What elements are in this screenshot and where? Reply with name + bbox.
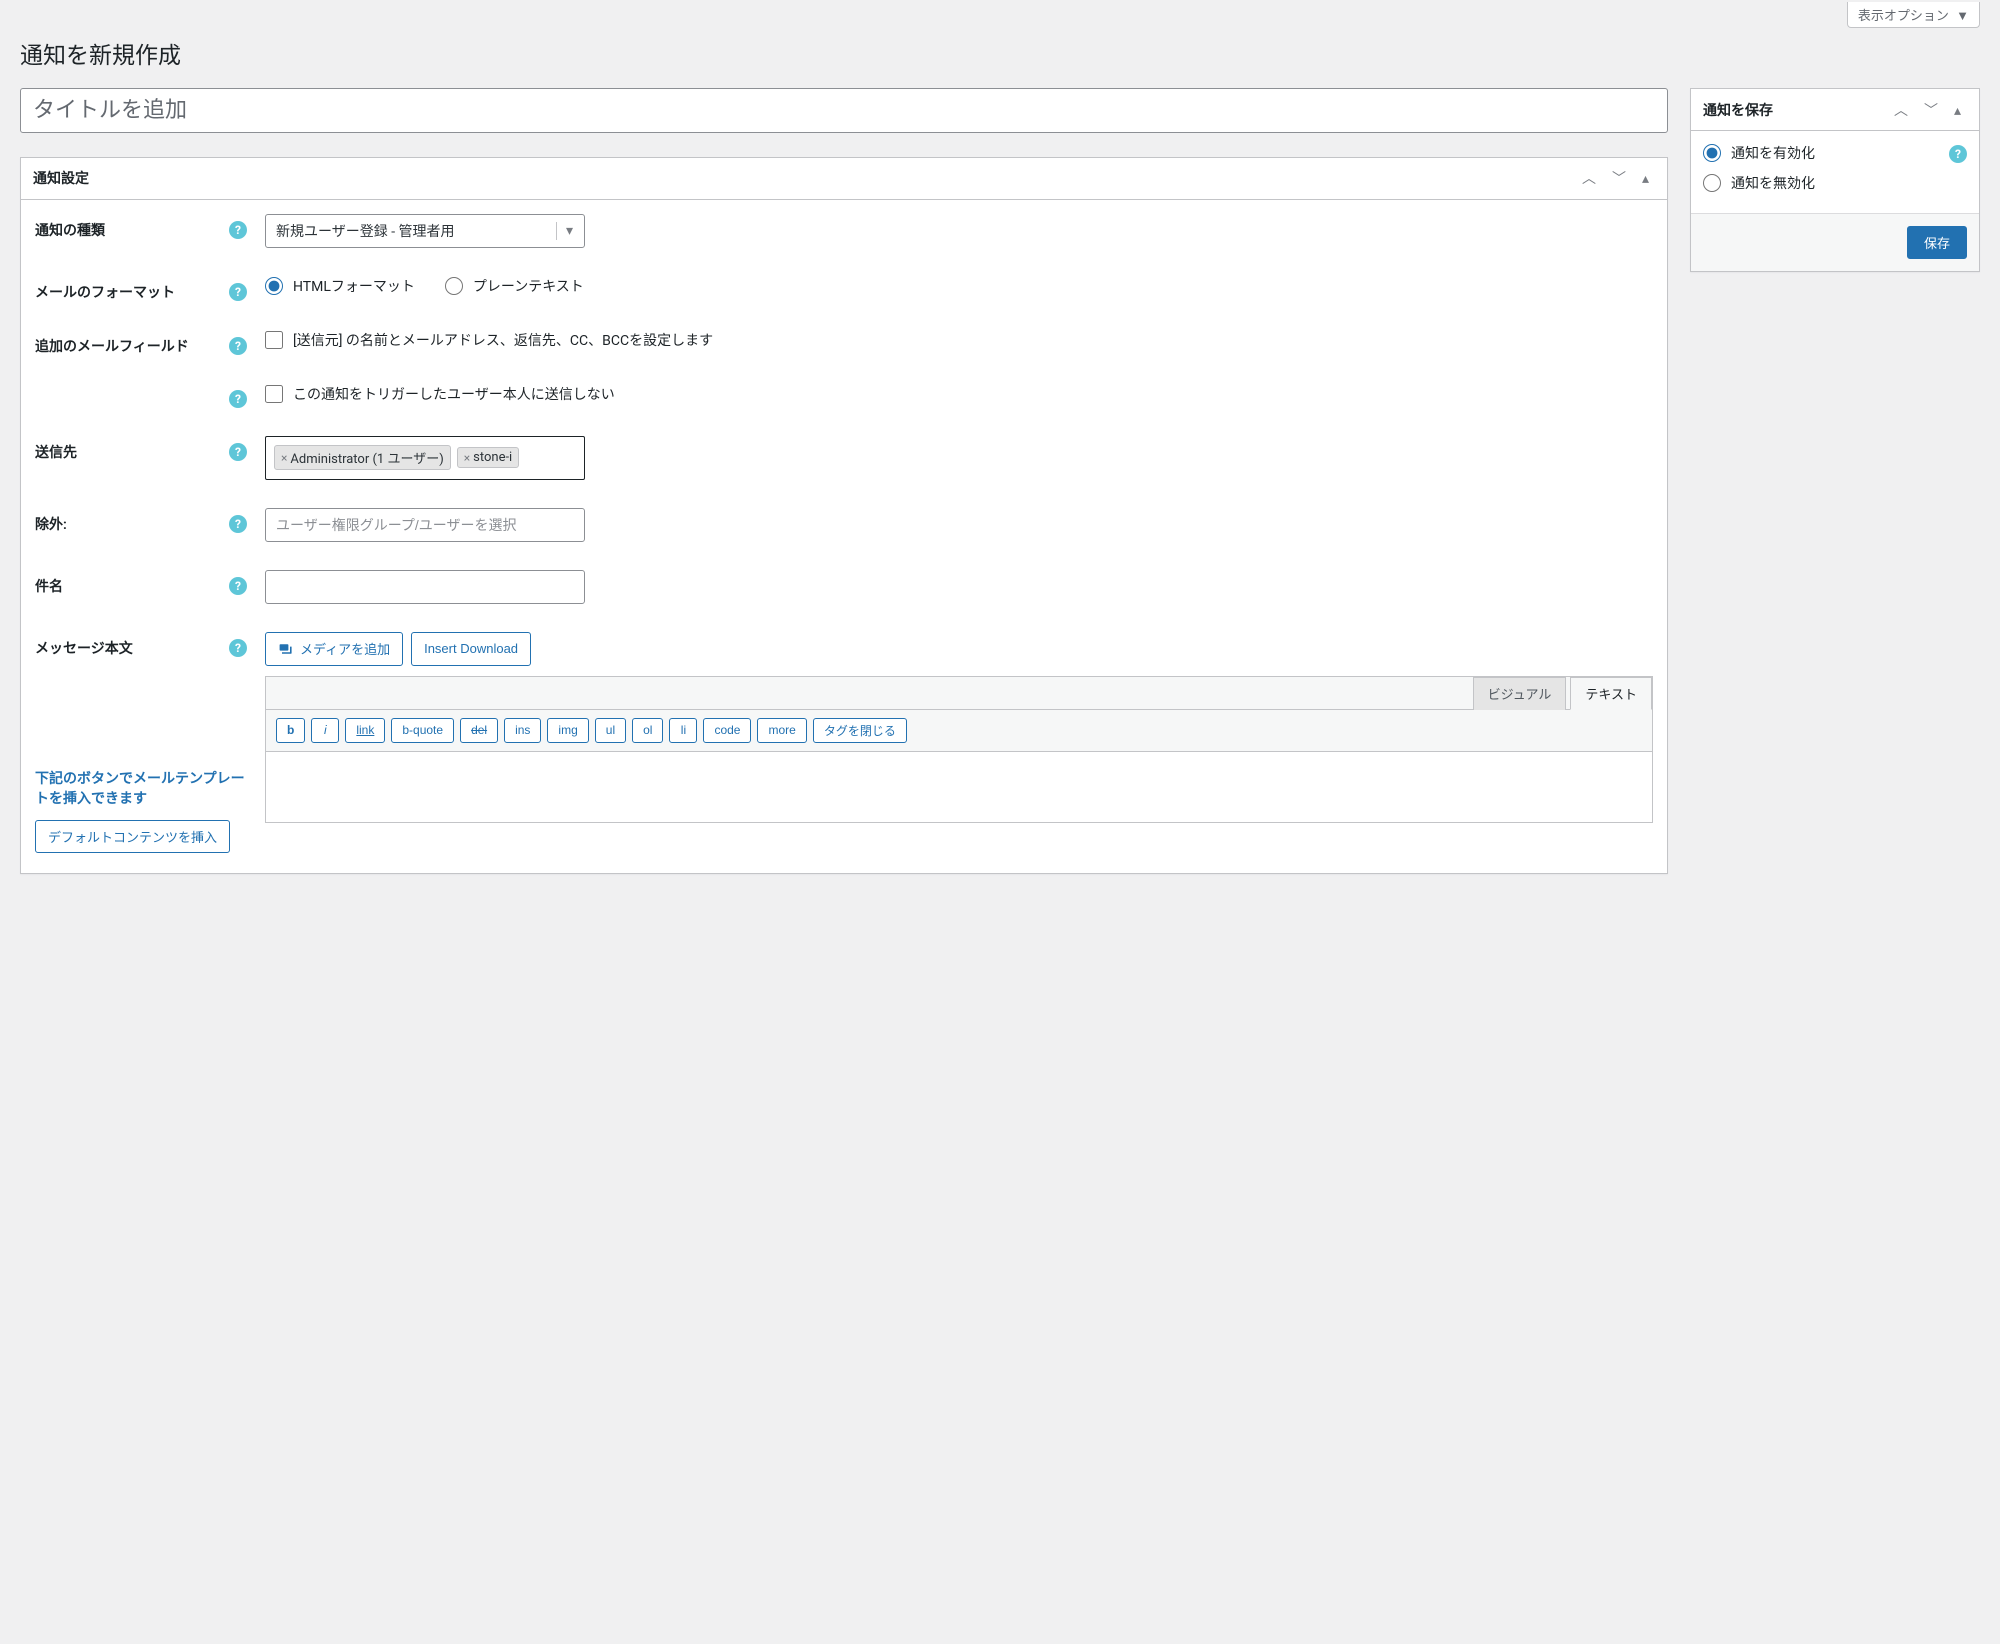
tag-text: stone-i (473, 450, 512, 465)
disable-radio[interactable] (1703, 174, 1721, 192)
enable-radio[interactable] (1703, 144, 1721, 162)
qt-img[interactable]: img (547, 718, 588, 743)
help-icon[interactable]: ? (229, 515, 247, 533)
remove-tag-icon[interactable]: × (281, 451, 287, 465)
exclude-input[interactable] (265, 508, 585, 542)
qt-ol[interactable]: ol (632, 718, 663, 743)
enable-label: 通知を有効化 (1731, 143, 1815, 163)
recipients-label: 送信先 (35, 442, 229, 462)
type-label: 通知の種類 (35, 220, 229, 240)
remove-tag-icon[interactable]: × (464, 451, 470, 465)
qt-ul[interactable]: ul (595, 718, 626, 743)
caret-down-icon: ▼ (1956, 9, 1969, 24)
move-down-button[interactable]: ﹀ (1918, 99, 1944, 121)
add-media-button[interactable]: メディアを追加 (265, 632, 403, 666)
help-icon[interactable]: ? (229, 577, 247, 595)
insert-default-content-button[interactable]: デフォルトコンテンツを挿入 (35, 820, 230, 853)
notification-settings-box: 通知設定 ︿ ﹀ ▴ 通知の種類 ? 新規ユーザー登録 - 管理者用 (20, 157, 1668, 874)
qt-b[interactable]: b (276, 718, 305, 743)
toggle-panel-button[interactable]: ▴ (1948, 99, 1967, 121)
qt-del[interactable]: del (460, 718, 498, 743)
screen-options-label: 表示オプション (1858, 9, 1949, 24)
screen-options-toggle[interactable]: 表示オプション ▼ (1847, 2, 1980, 28)
tag-text: Administrator (1 ユーザー) (290, 448, 443, 467)
enable-notification-option[interactable]: 通知を有効化 (1703, 143, 1967, 163)
move-up-button[interactable]: ︿ (1576, 167, 1602, 189)
qt-i[interactable]: i (311, 718, 339, 743)
template-hint: 下記のボタンでメールテンプレートを挿入できます (35, 768, 247, 808)
subject-label: 件名 (35, 576, 229, 596)
postbox-title: 通知を保存 (1703, 100, 1773, 120)
message-label: メッセージ本文 (35, 638, 229, 658)
format-plain-radio[interactable] (445, 277, 463, 295)
format-label: メールのフォーマット (35, 282, 229, 302)
page-title: 通知を新規作成 (20, 36, 1980, 70)
format-plain-label: プレーンテキスト (473, 276, 584, 296)
exclude-self-option[interactable]: この通知をトリガーしたユーザー本人に送信しない (265, 384, 1653, 404)
qt-more[interactable]: more (757, 718, 806, 743)
postbox-title: 通知設定 (33, 168, 89, 188)
help-icon[interactable]: ? (229, 283, 247, 301)
media-icon (278, 641, 294, 657)
exclude-label: 除外: (35, 514, 229, 534)
select-value: 新規ユーザー登録 - 管理者用 (276, 221, 455, 241)
toggle-panel-button[interactable]: ▴ (1636, 167, 1655, 189)
recipient-tag: × Administrator (1 ユーザー) (274, 445, 451, 470)
editor-tab-visual[interactable]: ビジュアル (1473, 677, 1567, 710)
insert-download-button[interactable]: Insert Download (411, 632, 531, 666)
qt-bquote[interactable]: b-quote (391, 718, 454, 743)
qt-ins[interactable]: ins (504, 718, 541, 743)
chevron-down-icon: ▾ (556, 222, 574, 240)
exclude-self-checkbox[interactable] (265, 385, 283, 403)
save-notification-box: 通知を保存 ︿ ﹀ ▴ ? 通知を有効化 通知を無効化 (1690, 88, 1980, 272)
message-editor: ビジュアル テキスト b i link b-quote del ins img (265, 676, 1653, 823)
format-html-radio[interactable] (265, 277, 283, 295)
qt-link[interactable]: link (345, 718, 385, 743)
from-fields-text: [送信元] の名前とメールアドレス、返信先、CC、BCCを設定します (293, 330, 1653, 350)
quicktags-toolbar: b i link b-quote del ins img ul ol li co (266, 710, 1652, 752)
help-icon[interactable]: ? (229, 337, 247, 355)
editor-textarea[interactable] (266, 752, 1652, 822)
save-button[interactable]: 保存 (1907, 226, 1967, 259)
format-plain-option[interactable]: プレーンテキスト (445, 276, 584, 296)
help-icon[interactable]: ? (229, 221, 247, 239)
help-icon[interactable]: ? (1949, 145, 1967, 163)
help-icon[interactable]: ? (229, 390, 247, 408)
move-down-button[interactable]: ﹀ (1606, 167, 1632, 189)
exclude-self-text: この通知をトリガーしたユーザー本人に送信しない (293, 384, 615, 404)
disable-notification-option[interactable]: 通知を無効化 (1703, 173, 1967, 193)
qt-code[interactable]: code (703, 718, 751, 743)
qt-li[interactable]: li (669, 718, 697, 743)
subject-input[interactable] (265, 570, 585, 604)
title-input[interactable] (20, 88, 1668, 133)
help-icon[interactable]: ? (229, 639, 247, 657)
format-html-label: HTMLフォーマット (293, 276, 415, 296)
help-icon[interactable]: ? (229, 443, 247, 461)
disable-label: 通知を無効化 (1731, 173, 1815, 193)
from-fields-checkbox[interactable] (265, 331, 283, 349)
notification-type-select[interactable]: 新規ユーザー登録 - 管理者用 ▾ (265, 214, 585, 248)
recipients-input[interactable]: × Administrator (1 ユーザー) × stone-i (265, 436, 585, 480)
format-html-option[interactable]: HTMLフォーマット (265, 276, 415, 296)
extra-fields-label: 追加のメールフィールド (35, 336, 229, 356)
postbox-header: 通知を保存 ︿ ﹀ ▴ (1691, 89, 1979, 131)
move-up-button[interactable]: ︿ (1888, 99, 1914, 121)
postbox-header: 通知設定 ︿ ﹀ ▴ (21, 158, 1667, 200)
qt-close-tags[interactable]: タグを閉じる (813, 718, 907, 743)
add-media-label: メディアを追加 (300, 639, 390, 658)
from-fields-option[interactable]: [送信元] の名前とメールアドレス、返信先、CC、BCCを設定します (265, 330, 1653, 350)
recipient-tag: × stone-i (457, 447, 519, 468)
editor-tab-text[interactable]: テキスト (1570, 677, 1652, 710)
